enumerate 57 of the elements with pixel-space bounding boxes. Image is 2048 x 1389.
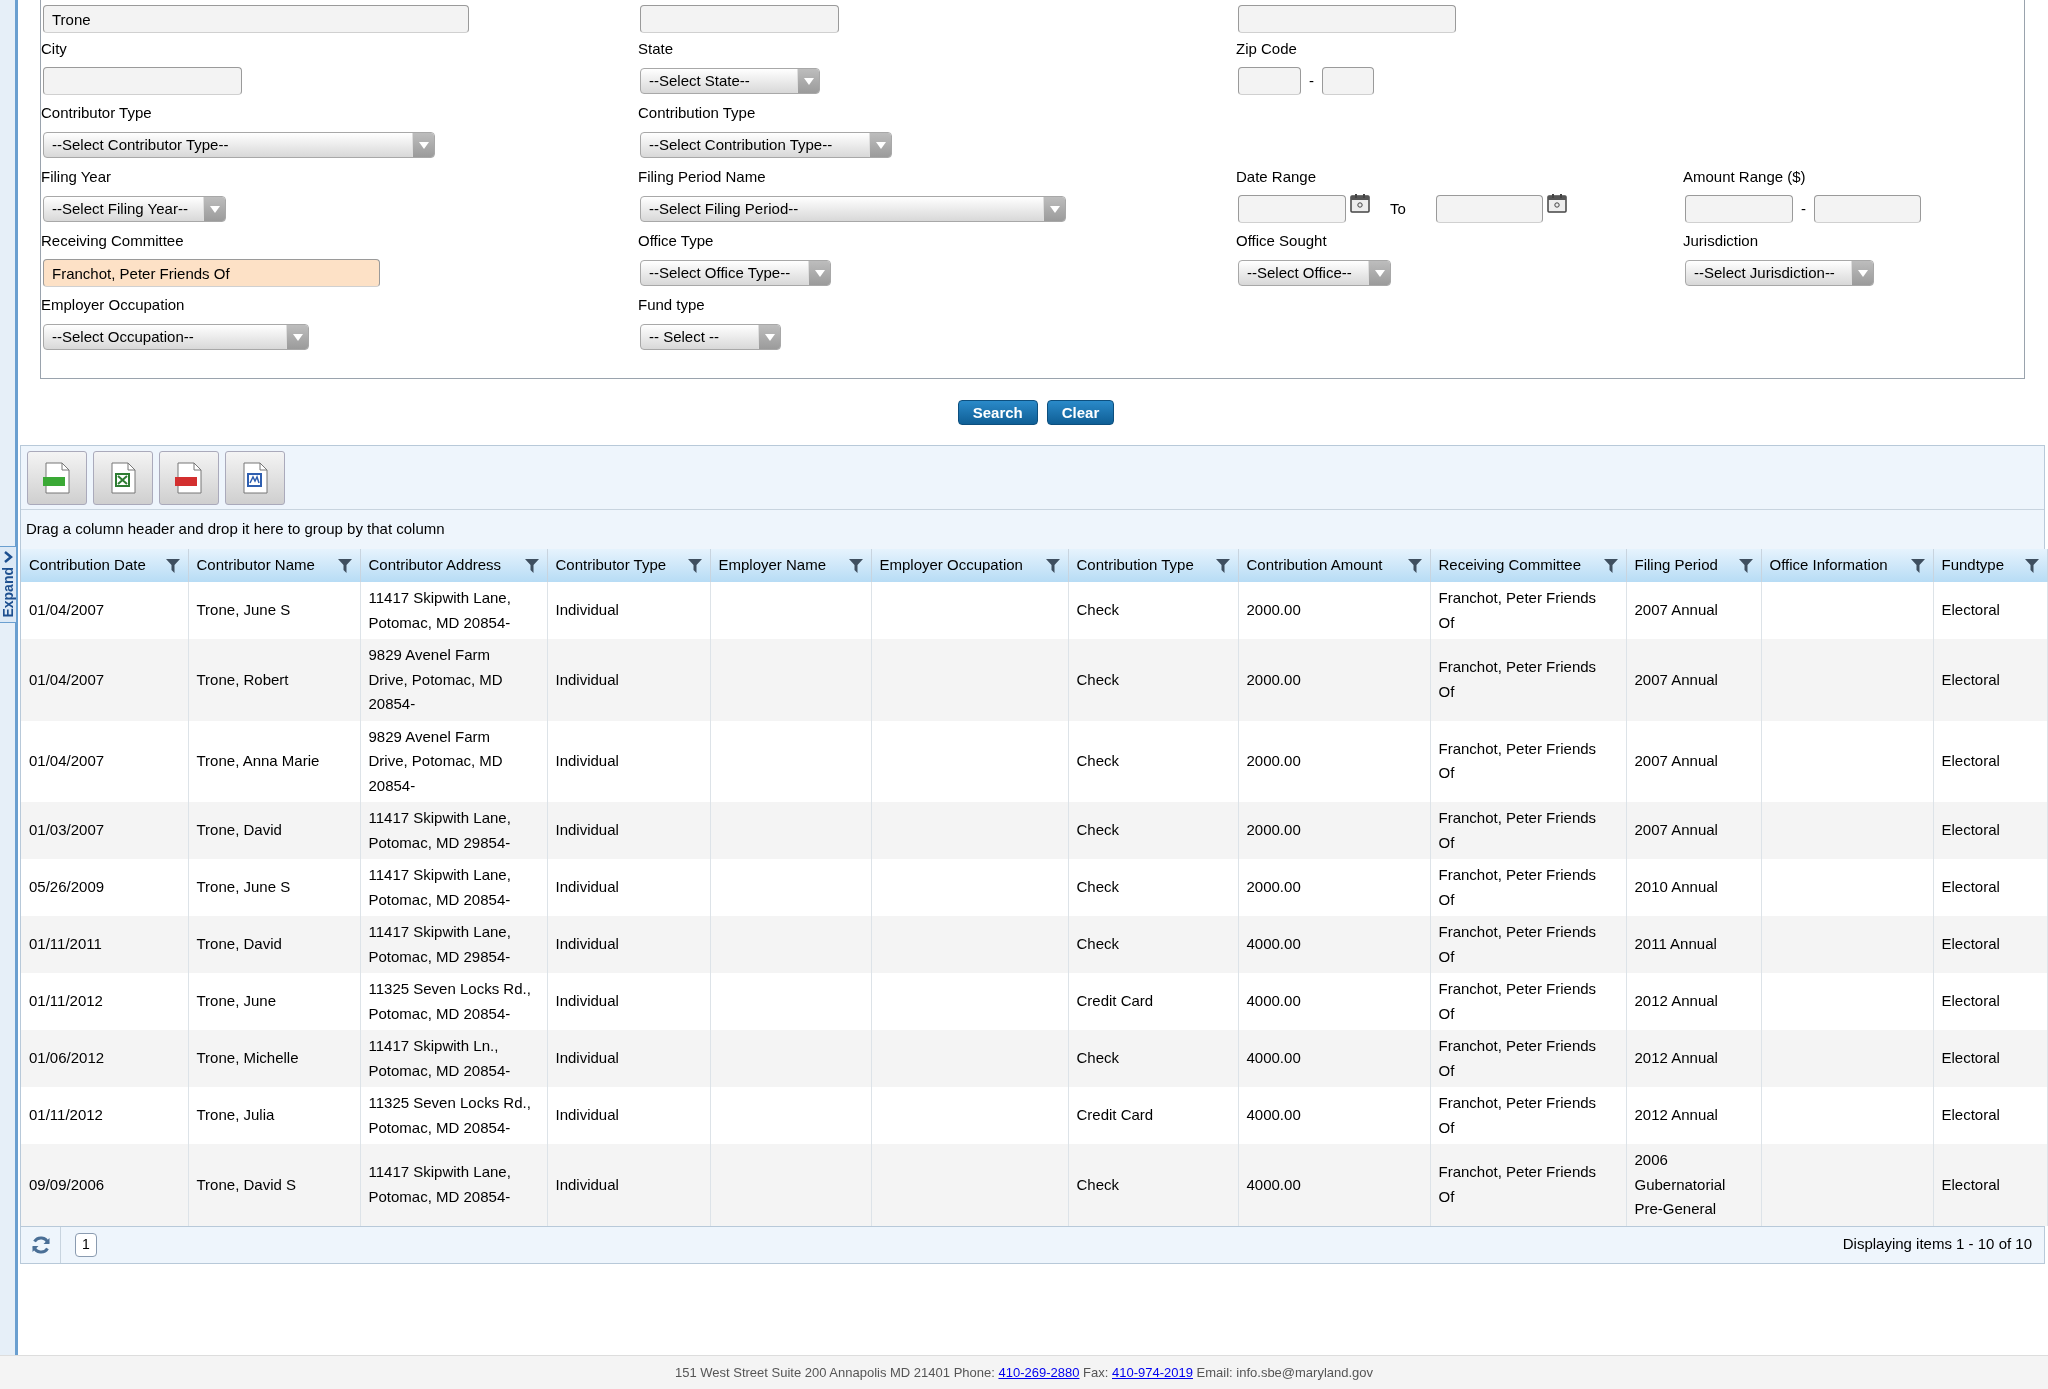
select-dropdown[interactable]: --Select Filing Year-- <box>43 196 226 222</box>
table-cell: Individual <box>547 639 710 721</box>
form-button[interactable]: Clear <box>1046 399 1115 425</box>
table-cell: Check <box>1068 639 1238 721</box>
group-hint: Drag a column header and drop it here to group by that column <box>26 519 445 540</box>
table-cell: 2007 Annual <box>1626 639 1761 721</box>
table-cell: 2000.00 <box>1238 639 1430 721</box>
range-separator: - <box>1309 70 1314 91</box>
field-label: State <box>638 38 674 59</box>
table-cell: 2006 Gubernatorial Pre-General <box>1626 1144 1761 1226</box>
phone-link[interactable]: 410-974-2019 <box>1112 1364 1193 1380</box>
table-cell: Trone, Robert <box>188 639 360 721</box>
select-dropdown[interactable]: --Select Filing Period-- <box>640 196 1066 222</box>
expand-tab[interactable]: Expand <box>0 546 16 623</box>
table-cell: Electoral <box>1933 639 2047 721</box>
input-field[interactable]: Franchot, Peter Friends Of <box>43 259 380 287</box>
field-label: Filing Year <box>41 166 112 187</box>
table-cell: Trone, David S <box>188 1144 360 1226</box>
select-dropdown[interactable]: --Select Office-- <box>1238 260 1391 286</box>
table-cell: 01/04/2007 <box>21 639 188 721</box>
table-cell: 9829 Avenel Farm Drive, Potomac, MD 20854- <box>360 639 547 721</box>
select-dropdown[interactable]: --Select Occupation-- <box>43 324 309 350</box>
table-cell: Franchot, Peter Friends Of <box>1430 1144 1626 1226</box>
field-label: Office Sought <box>1236 230 1327 251</box>
select-dropdown[interactable]: --Select Contributor Type-- <box>43 132 435 158</box>
table-cell: 09/09/2006 <box>21 1144 188 1226</box>
select-dropdown[interactable]: -- Select -- <box>640 324 781 350</box>
pager-status: Displaying items 1 - 10 of 10 <box>1842 1234 2032 1255</box>
table-cell: Check <box>1068 1144 1238 1226</box>
table-cell: 11417 Skipwith Lane, Potomac, MD 20854- <box>360 1144 547 1226</box>
field-label: Jurisdiction <box>1683 230 1759 251</box>
select-dropdown[interactable]: --Select Jurisdiction-- <box>1685 260 1874 286</box>
select-dropdown[interactable]: --Select Contribution Type-- <box>640 132 892 158</box>
field-label: Contributor Type <box>41 102 152 123</box>
table-cell: Franchot, Peter Friends Of <box>1430 639 1626 721</box>
form-button[interactable]: Search <box>957 399 1038 425</box>
select-dropdown[interactable]: --Select State-- <box>640 68 820 94</box>
select-dropdown[interactable]: --Select Office Type-- <box>640 260 831 286</box>
table-cell: Electoral <box>1933 1144 2047 1226</box>
phone-link[interactable]: 410-269-2880 <box>998 1364 1080 1380</box>
field-label: Contribution Type <box>638 102 756 123</box>
page-button[interactable]: 1 <box>75 1232 97 1257</box>
field-label: Zip Code <box>1236 38 1297 59</box>
field-label: Fund type <box>638 294 705 315</box>
footer-contact-text: 151 West Street Suite 200 Annapolis MD 21401 Phone: 410-269-2880 Fax: 410-974-2019 Email: info.sbe@maryland.gov <box>674 1363 1374 1382</box>
field-label: Employer Occupation <box>41 294 185 315</box>
range-separator: To <box>1390 198 1406 219</box>
range-separator: - <box>1801 198 1806 219</box>
input-field[interactable]: Trone <box>43 5 469 33</box>
field-label: Office Type <box>638 230 714 251</box>
table-cell: 4000.00 <box>1238 1144 1430 1226</box>
field-label: Date Range <box>1236 166 1317 187</box>
field-label: Receiving Committee <box>41 230 184 251</box>
field-label: Amount Range ($) <box>1683 166 1806 187</box>
field-label: City <box>41 38 67 59</box>
table-cell: Individual <box>547 1144 710 1226</box>
field-label: Filing Period Name <box>638 166 766 187</box>
